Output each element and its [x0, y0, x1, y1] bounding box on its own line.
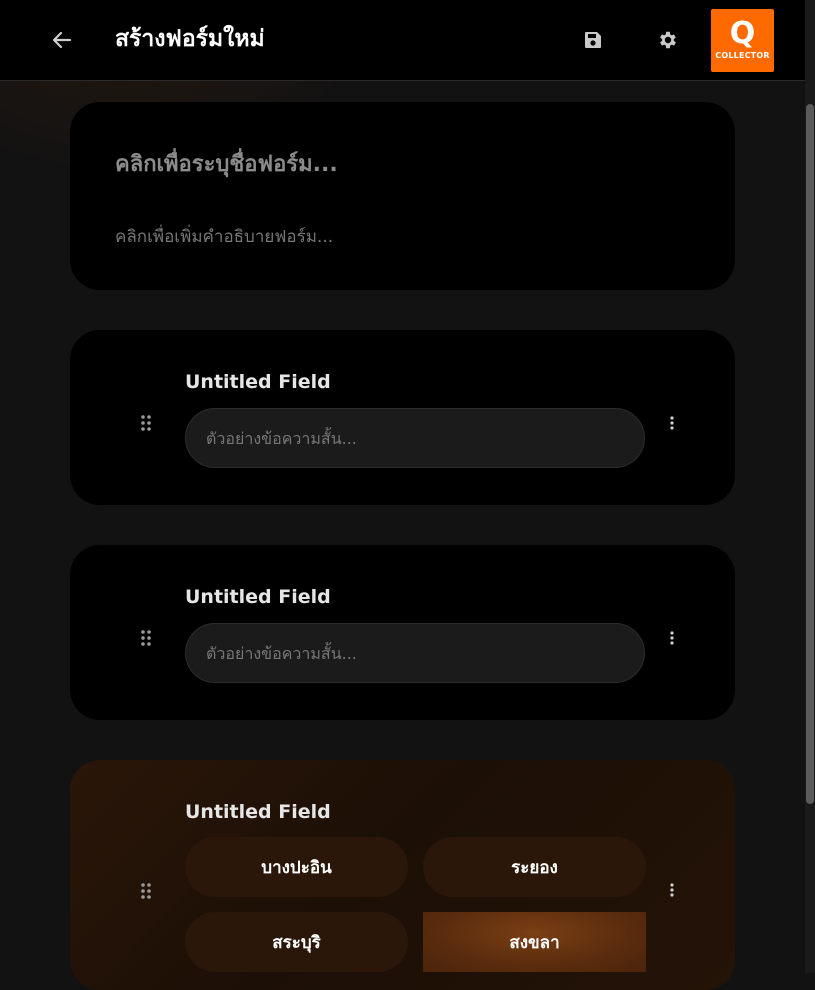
choice-option[interactable]: สระบุริ — [185, 912, 408, 972]
scrollbar-thumb[interactable] — [806, 104, 814, 804]
top-bar: สร้างฟอร์มใหม่ Q COLLECTOR — [0, 0, 805, 81]
form-title-input[interactable]: คลิกเพื่อระบุชื่อฟอร์ม... — [115, 146, 338, 181]
gear-icon — [660, 31, 676, 49]
logo-text: COLLECTOR — [715, 51, 770, 60]
drag-handle-icon[interactable] — [140, 415, 152, 431]
field-menu-button[interactable] — [666, 881, 678, 899]
field-menu-button[interactable] — [666, 414, 678, 432]
choice-option[interactable]: บางปะอิน — [185, 837, 408, 897]
back-button[interactable] — [44, 22, 80, 58]
form-header-card: คลิกเพื่อระบุชื่อฟอร์ม... คลิกเพื่อเพิ่ม… — [70, 102, 735, 290]
choice-option[interactable]: ระยอง — [423, 837, 646, 897]
settings-button[interactable] — [650, 22, 686, 58]
arrow-left-icon — [52, 31, 72, 49]
field-label[interactable]: Untitled Field — [185, 371, 331, 393]
field-label[interactable]: Untitled Field — [185, 801, 331, 823]
page-title: สร้างฟอร์มใหม่ — [115, 26, 265, 52]
more-vertical-icon — [670, 883, 674, 897]
save-button[interactable] — [575, 22, 611, 58]
field-card: Untitled Field — [70, 545, 735, 720]
field-menu-button[interactable] — [666, 629, 678, 647]
app-logo: Q COLLECTOR — [711, 9, 774, 72]
short-text-input[interactable] — [185, 623, 645, 683]
scrollbar[interactable] — [805, 0, 815, 973]
short-text-input[interactable] — [185, 408, 645, 468]
logo-letter: Q — [729, 16, 756, 51]
more-vertical-icon — [670, 631, 674, 645]
save-icon — [585, 32, 601, 48]
choice-field-card: Untitled Field บางปะอิน ระยอง สระบุริ สง… — [70, 760, 735, 990]
field-card: Untitled Field — [70, 330, 735, 505]
field-label[interactable]: Untitled Field — [185, 586, 331, 608]
drag-handle-icon[interactable] — [140, 630, 152, 646]
form-description-input[interactable]: คลิกเพื่อเพิ่มคำอธิบายฟอร์ม... — [115, 223, 333, 250]
choice-option-selected[interactable]: สงขลา — [423, 912, 646, 972]
drag-handle-icon[interactable] — [140, 883, 152, 899]
more-vertical-icon — [670, 416, 674, 430]
